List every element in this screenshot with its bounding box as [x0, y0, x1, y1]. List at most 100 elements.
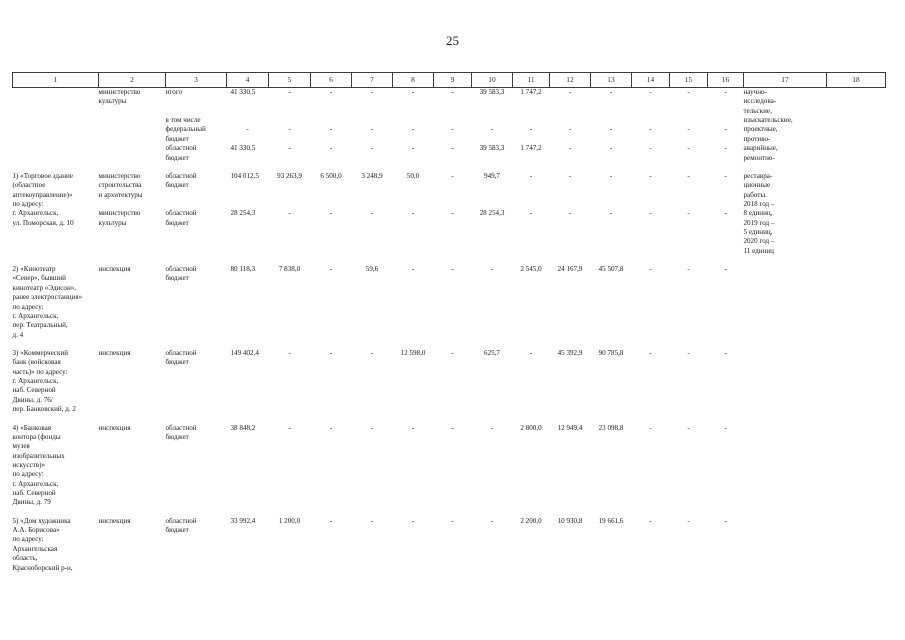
- executor-line-0: министерство: [98, 88, 141, 96]
- value-cell-col14: [632, 116, 670, 125]
- value-cell-col5: -: [288, 88, 291, 96]
- table-row: областной бюджет 41 330,5- - - - -39 583,3 1 74…: [13, 144, 886, 163]
- object-name-line-4: г. Архангельск,: [12, 209, 59, 218]
- value-cell-col12: -: [568, 209, 572, 218]
- value-cell-col15: -: [687, 171, 690, 180]
- spacer-cell: [13, 415, 886, 424]
- funding-source-line-1: бюджет: [165, 218, 189, 227]
- value-cell-col6: -: [329, 209, 333, 218]
- value-cell-col10: [472, 116, 513, 125]
- column-header-16: 16: [707, 72, 744, 88]
- value-cell-col13: -: [609, 88, 613, 96]
- group-spacer: [13, 415, 886, 424]
- table-row: министерство культуры областной бюджет 28 25…: [13, 209, 886, 256]
- object-name-line-2: часть)» по адресу:: [12, 367, 68, 376]
- value-cell-col15: -: [687, 125, 690, 134]
- notes-line-0: аварийные,: [743, 144, 778, 153]
- value-cell-col11: 1 747,2: [520, 144, 542, 153]
- value-cell-col8: -: [411, 144, 415, 153]
- notes-line-1: ремонтно-: [743, 153, 775, 162]
- object-name-line-3: по адресу:: [12, 199, 44, 208]
- funding-source-line-0: областной: [165, 209, 197, 218]
- value-cell-col6: -: [329, 348, 333, 357]
- col18-cell: [827, 209, 886, 256]
- value-cell-col13: 23 098,8: [598, 423, 624, 432]
- column-header-14: 14: [631, 72, 670, 88]
- value-cell-col14: -: [649, 516, 652, 525]
- value-cell-col5: 1 200,0: [278, 516, 301, 525]
- value-cell-col14: -: [649, 171, 652, 180]
- value-cell-col8: -: [411, 125, 415, 134]
- value-cell-col10: 39 583,3: [479, 88, 505, 96]
- col18-cell: [827, 144, 886, 163]
- notes-cell: [744, 349, 827, 415]
- executor-cell: инспекция: [99, 517, 166, 573]
- column-header-3: 3: [165, 72, 227, 88]
- notes-line-0: научно-: [743, 88, 767, 96]
- value-cell-col14: -: [649, 125, 652, 134]
- funding-source-line-0: областной: [165, 171, 197, 180]
- value-cell-col16: [708, 116, 744, 125]
- value-cell-col10: 625,7: [484, 348, 500, 357]
- object-name-line-5: ул. Поморская, д. 10: [12, 218, 74, 227]
- value-cell-col6: -: [329, 125, 333, 134]
- value-cell-col6: 6 500,0: [320, 171, 342, 180]
- value-cell-col13: 45 507,8: [598, 265, 624, 274]
- value-cell-col8: -: [411, 88, 415, 96]
- value-cell-col9: -: [451, 209, 454, 218]
- object-name-line-3: Архангельская: [12, 544, 58, 553]
- value-cell-col5: 7 838,0: [278, 265, 301, 274]
- col18-cell: [827, 88, 886, 117]
- funding-source-line-0: областной: [165, 265, 197, 274]
- funding-source-cell: областной бюджет: [166, 144, 227, 163]
- column-header-5: 5: [268, 72, 311, 88]
- executor-cell: инспекция: [99, 265, 166, 340]
- budget-table-container: 1 2 3 4 5 6 7 8 9 10 11 12 13 14 15 16 17 18 министерство…: [12, 72, 886, 573]
- group-spacer: [13, 163, 886, 172]
- value-cell-col14: -: [649, 209, 652, 218]
- value-cell-col11: -: [529, 209, 533, 218]
- object-name-line-1: (областное: [12, 181, 46, 190]
- group-spacer: [13, 340, 886, 349]
- object-name-line-1: «Север», бывший: [12, 274, 66, 283]
- group-spacer: [13, 508, 886, 517]
- executor-line-1: строительства: [98, 181, 142, 190]
- value-cell-col13: [591, 116, 632, 125]
- funding-source-line-1: бюджет: [165, 153, 189, 162]
- object-name-line-3: ранее электростанция»: [12, 293, 83, 302]
- value-cell-col13: 90 785,8: [598, 348, 624, 357]
- value-cell-col4: 33 992,4: [230, 516, 256, 525]
- value-cell-col10: 28 254,3: [479, 209, 505, 218]
- executor-line-1: культуры: [98, 218, 127, 227]
- value-cell-col15: -: [687, 265, 690, 274]
- value-cell-col15: -: [687, 348, 690, 357]
- value-cell-col13: 19 661,6: [598, 516, 624, 525]
- value-cell-col9: -: [451, 88, 454, 96]
- value-cell-col6: -: [329, 88, 333, 96]
- value-cell-col5: -: [288, 125, 291, 134]
- table-row: министерство культуры итого 41 330,5- - - - -39…: [13, 88, 886, 117]
- executor-cell: [99, 116, 166, 125]
- funding-source-cell: федеральный бюджет: [166, 125, 227, 144]
- value-cell-col15: [670, 116, 708, 125]
- value-cell-col5: -: [288, 348, 291, 357]
- object-name-line-2: аптекоуправление)»: [12, 190, 73, 199]
- notes-line-0: 8 единиц,: [743, 209, 773, 218]
- object-name-line-6: пер. Банковский, д. 2: [12, 405, 76, 414]
- value-cell-col7: -: [370, 209, 374, 218]
- value-cell-col6: -: [329, 265, 333, 274]
- value-cell-col11: [513, 116, 550, 125]
- object-name-cell: 3) «Коммерческий банк (войсковая часть)» п…: [13, 349, 99, 415]
- notes-cell: проектные, противо-: [744, 125, 827, 144]
- spacer-cell: [13, 340, 886, 349]
- col18-cell: [827, 517, 886, 573]
- object-name-line-3: г. Архангельск,: [12, 377, 59, 386]
- funding-source-cell: итого: [166, 88, 227, 117]
- funding-source-cell: областной бюджет: [166, 209, 227, 256]
- funding-source-cell: областной бюджет: [166, 349, 227, 415]
- column-header-18: 18: [826, 72, 886, 88]
- notes-line-2: тельские,: [743, 106, 772, 115]
- object-name-line-2: кинотеатр «Эдисон»,: [12, 283, 77, 292]
- col18-cell: [827, 125, 886, 144]
- column-header-2: 2: [98, 72, 166, 88]
